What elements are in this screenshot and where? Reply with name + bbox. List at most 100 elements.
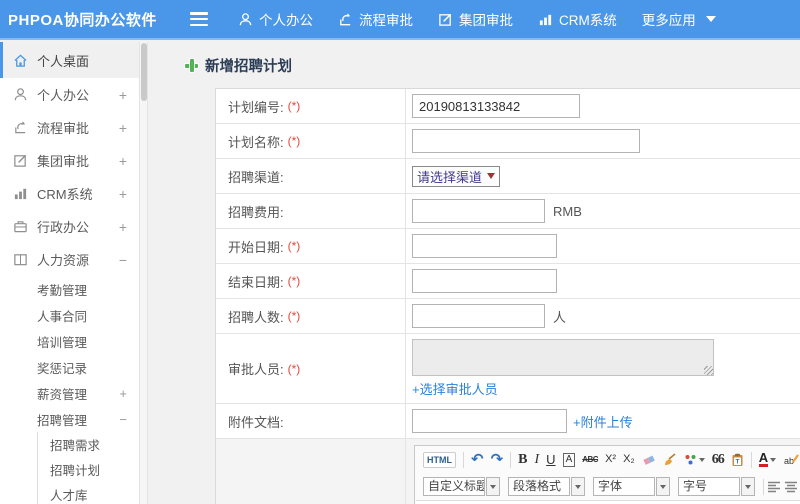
field-label: 计划名称:: [228, 134, 284, 150]
expand-icon[interactable]: +: [119, 219, 127, 235]
required-mark: (*): [287, 274, 301, 288]
undo-icon[interactable]: ↶: [471, 452, 484, 467]
field-label: 招聘费用:: [228, 204, 284, 220]
paragraph-format-combo[interactable]: 段落格式: [508, 477, 585, 496]
required-mark: (*): [287, 134, 301, 148]
strikethrough-button[interactable]: ABC: [582, 455, 598, 464]
superscript-button[interactable]: X²: [605, 454, 616, 465]
sidebar-item-talent-pool[interactable]: 人才库: [38, 482, 139, 504]
expand-icon[interactable]: +: [119, 120, 127, 136]
sidebar-item-training[interactable]: 培训管理: [0, 328, 139, 354]
form-row-end-date: 结束日期: (*): [216, 264, 800, 299]
nav-workflow-approval[interactable]: 流程审批: [338, 9, 413, 29]
collapse-icon[interactable]: −: [119, 412, 127, 427]
attachment-upload-link[interactable]: +附件上传: [573, 412, 633, 431]
bold-button[interactable]: B: [518, 452, 527, 467]
color-format-icon[interactable]: [684, 453, 705, 466]
combo-dropdown-button[interactable]: [571, 477, 585, 496]
sidebar-item-salary[interactable]: 薪资管理 +: [0, 380, 139, 406]
expand-icon[interactable]: +: [119, 87, 127, 103]
sidebar-item-recruit-plan[interactable]: 招聘计划: [38, 457, 139, 482]
font-family-combo[interactable]: 字体: [593, 477, 670, 496]
channel-select[interactable]: 请选择渠道: [412, 165, 501, 187]
sidebar-item-hr[interactable]: 人力资源 −: [0, 243, 139, 276]
sidebar-item-recruit-demand[interactable]: 招聘需求: [38, 432, 139, 457]
attachment-input[interactable]: [412, 409, 567, 433]
highlight-color-button[interactable]: ab: [783, 453, 800, 466]
sidebar-scrollbar[interactable]: [140, 42, 148, 504]
form-row-approvers: 审批人员: (*) +选择审批人员: [216, 334, 800, 404]
autotypeset-button[interactable]: A: [562, 452, 576, 467]
format-brush-icon[interactable]: [663, 453, 677, 466]
eraser-icon[interactable]: [642, 453, 656, 466]
expand-icon[interactable]: +: [119, 386, 127, 401]
expand-icon[interactable]: +: [119, 186, 127, 202]
sidebar-item-attendance[interactable]: 考勤管理: [0, 276, 139, 302]
chevron-down-icon: [705, 16, 716, 22]
html-source-button[interactable]: HTML: [423, 451, 456, 468]
form-row-headcount: 招聘人数: (*) 人: [216, 299, 800, 334]
main-content: 新增招聘计划 计划编号:(*) 计划名称:(*) 招聘渠道: 请选择渠道 招聘费…: [149, 42, 800, 504]
collapse-icon[interactable]: −: [119, 252, 127, 268]
sidebar-item-admin-office[interactable]: 行政办公 +: [0, 210, 139, 243]
required-mark: (*): [287, 239, 301, 253]
nav-crm-system[interactable]: CRM系统: [538, 9, 617, 29]
combo-value: 段落格式: [508, 477, 570, 496]
sidebar-item-label: 招聘需求: [50, 439, 101, 453]
approvers-textarea[interactable]: [412, 339, 714, 376]
sidebar-item-group-approval[interactable]: 集团审批 +: [0, 144, 139, 177]
subscript-button[interactable]: X₂: [623, 454, 635, 465]
sidebar-item-label: CRM系统: [37, 187, 93, 202]
font-color-button[interactable]: A: [758, 451, 777, 467]
user-icon: [13, 87, 28, 102]
combo-dropdown-button[interactable]: [486, 477, 500, 496]
sidebar-item-workflow-approval[interactable]: 流程审批 +: [0, 111, 139, 144]
sidebar-item-label: 行政办公: [37, 220, 90, 235]
redo-icon[interactable]: ↷: [491, 452, 504, 467]
sidebar-item-hr-contract[interactable]: 人事合同: [0, 302, 139, 328]
combo-dropdown-button[interactable]: [656, 477, 670, 496]
nav-personal-office[interactable]: 个人办公: [238, 9, 313, 29]
sidebar-item-recruit-mgmt[interactable]: 招聘管理 −: [0, 406, 139, 432]
plan-number-input[interactable]: [412, 94, 580, 118]
plan-name-input[interactable]: [412, 129, 640, 153]
select-caret-icon: [487, 173, 496, 179]
field-label: 审批人员:: [228, 362, 284, 377]
blockquote-icon[interactable]: 66: [712, 452, 725, 467]
field-label: 附件文档:: [228, 414, 284, 430]
sidebar-item-label: 人力资源: [37, 253, 90, 268]
italic-button[interactable]: I: [535, 452, 540, 467]
caret-down-icon: [660, 484, 666, 489]
sidebar-item-crm[interactable]: CRM系统 +: [0, 177, 139, 210]
sidebar-item-desktop[interactable]: 个人桌面: [0, 42, 139, 78]
edit-icon: [13, 153, 28, 168]
underline-button[interactable]: U: [546, 453, 555, 466]
paste-icon[interactable]: T: [731, 453, 744, 467]
align-center-icon[interactable]: [784, 481, 798, 493]
editor-content-area[interactable]: [416, 500, 800, 504]
cost-input[interactable]: [412, 199, 545, 223]
unit-suffix: 人: [553, 309, 567, 325]
scrollbar-thumb[interactable]: [140, 43, 147, 101]
svg-text:T: T: [735, 458, 739, 465]
font-size-combo[interactable]: 字号: [678, 477, 755, 496]
sidebar-item-personal-office[interactable]: 个人办公 +: [0, 78, 139, 111]
field-label: 结束日期:: [228, 274, 284, 290]
combo-dropdown-button[interactable]: [741, 477, 755, 496]
sidebar-item-rewards[interactable]: 奖惩记录: [0, 354, 139, 380]
start-date-input[interactable]: [412, 234, 557, 258]
resize-grip-icon[interactable]: [704, 366, 713, 375]
expand-icon[interactable]: +: [119, 153, 127, 169]
channel-select-value: 请选择渠道: [417, 169, 483, 185]
menu-icon[interactable]: [190, 12, 208, 26]
rich-text-editor: HTML ↶ ↷ B I U A ABC X² X₂ 66 T A ab 自定义…: [414, 445, 800, 504]
choose-approvers-link[interactable]: +选择审批人员: [412, 379, 498, 398]
nav-group-approval[interactable]: 集团审批: [438, 9, 513, 29]
end-date-input[interactable]: [412, 269, 557, 293]
custom-title-combo[interactable]: 自定义标题: [423, 477, 500, 496]
headcount-input[interactable]: [412, 304, 545, 328]
nav-more-apps[interactable]: 更多应用: [642, 9, 716, 29]
align-left-icon[interactable]: [767, 481, 781, 493]
field-label: 开始日期:: [228, 239, 284, 255]
nav-label: 更多应用: [641, 13, 696, 28]
